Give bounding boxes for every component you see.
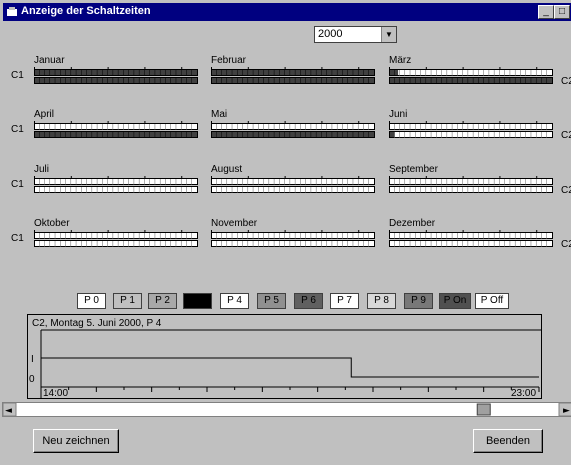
redraw-button[interactable]: Neu zeichnen [33, 429, 119, 453]
c1-bar [211, 232, 375, 239]
y-label-low: 0 [29, 374, 35, 385]
month-name: Januar [34, 55, 65, 66]
x-label-end: 23:00 [511, 388, 536, 399]
c1-bar-fill [35, 70, 197, 75]
c1-bar-fill [212, 70, 374, 75]
maximize-button[interactable]: □ [554, 5, 570, 19]
row-label-left: C1 [11, 124, 24, 135]
c2-bar-fill [212, 78, 374, 83]
program-toggle-2[interactable]: P 2 [148, 293, 177, 309]
title-bar[interactable]: Anzeige der Schaltzeiten _ □ [3, 3, 571, 21]
window-title: Anzeige der Schaltzeiten [21, 5, 151, 17]
month-name: August [211, 164, 243, 175]
chevron-left-icon: ◄ [5, 406, 12, 416]
chevron-down-icon[interactable]: ▼ [381, 27, 396, 42]
month-calendar-bar[interactable] [389, 176, 553, 194]
app-icon [7, 7, 17, 16]
c1-bar [34, 178, 198, 185]
program-toggle-8[interactable]: P 8 [367, 293, 396, 309]
c1-bar [389, 232, 553, 239]
c2-bar-fill [212, 132, 374, 137]
row-label-right: C2 [561, 76, 571, 87]
c2-bar-fill [35, 132, 197, 137]
month-name: Dezember [389, 218, 436, 229]
month-name: Juli [34, 164, 50, 175]
month-calendar-bar[interactable] [389, 121, 553, 139]
month-name: März [389, 55, 412, 66]
month-calendar-bar[interactable] [211, 67, 375, 85]
c2-bar [389, 240, 553, 247]
c2-bar [389, 131, 553, 138]
month-calendar-bar[interactable] [389, 230, 553, 248]
c1-bar [211, 123, 375, 130]
row-label-right: C2 [561, 239, 571, 250]
month-calendar-bar[interactable] [211, 176, 375, 194]
c1-bar [34, 232, 198, 239]
program-toggle-7[interactable]: P 7 [330, 293, 359, 309]
c1-bar [34, 123, 198, 130]
month-calendar-bar[interactable] [34, 67, 198, 85]
month-calendar-bar[interactable] [211, 230, 375, 248]
month-calendar-bar[interactable] [34, 230, 198, 248]
year-select-value: 2000 [318, 28, 343, 40]
c2-bar [34, 240, 198, 247]
program-toggle-9[interactable]: P 9 [404, 293, 433, 309]
month-name: April [34, 109, 55, 120]
row-label-left: C1 [11, 233, 24, 244]
x-label-start: 14:00 [43, 388, 68, 399]
month-name: November [211, 218, 258, 229]
c2-bar [211, 186, 375, 193]
c2-bar-fill [35, 78, 197, 83]
row-label-right: C2 [561, 185, 571, 196]
program-toggle-0[interactable]: P 0 [77, 293, 106, 309]
program-toggle-6[interactable]: P 6 [294, 293, 323, 309]
program-toggle-5[interactable]: P 5 [257, 293, 286, 309]
switching-timeline: C2, Montag 5. Juni 2000, P 4 I 0 14:00 2… [27, 314, 542, 399]
window: Anzeige der Schaltzeiten _ □ 2000 ▼ Janu… [0, 0, 571, 465]
month-calendar-bar[interactable] [211, 121, 375, 139]
c2-bar [211, 240, 375, 247]
timeline-header: C2, Montag 5. Juni 2000, P 4 [32, 318, 162, 329]
month-calendar-bar[interactable] [34, 176, 198, 194]
year-select[interactable]: 2000 ▼ [314, 26, 397, 43]
horizontal-scrollbar[interactable]: ◄ ► [2, 402, 571, 417]
row-label-left: C1 [11, 70, 24, 81]
month-name: Oktober [34, 218, 70, 229]
month-name: September [389, 164, 438, 175]
c1-bar [389, 69, 553, 76]
row-label-left: C1 [11, 179, 24, 190]
y-label-high: I [31, 354, 34, 365]
program-toggle-4[interactable]: P 4 [220, 293, 249, 309]
minimize-button[interactable]: _ [538, 5, 554, 19]
month-name: Mai [211, 109, 228, 120]
c2-bar [389, 186, 553, 193]
program-toggle-11[interactable]: P Off [475, 293, 509, 309]
chevron-right-icon: ► [563, 406, 570, 416]
program-toggle-10[interactable]: P On [439, 293, 471, 309]
month-calendar-bar[interactable] [34, 121, 198, 139]
c1-bar [211, 178, 375, 185]
row-label-right: C2 [561, 130, 571, 141]
month-name: Juni [389, 109, 408, 120]
c2-bar-fill [390, 78, 552, 83]
program-toggle-3[interactable]: P 3 [183, 293, 212, 309]
scroll-thumb [476, 403, 491, 416]
quit-button[interactable]: Beenden [473, 429, 543, 453]
c1-bar [389, 123, 553, 130]
c2-bar [34, 186, 198, 193]
month-calendar-bar[interactable] [389, 67, 553, 85]
c1-bar [389, 178, 553, 185]
month-name: Februar [211, 55, 247, 66]
program-toggle-1[interactable]: P 1 [113, 293, 142, 309]
